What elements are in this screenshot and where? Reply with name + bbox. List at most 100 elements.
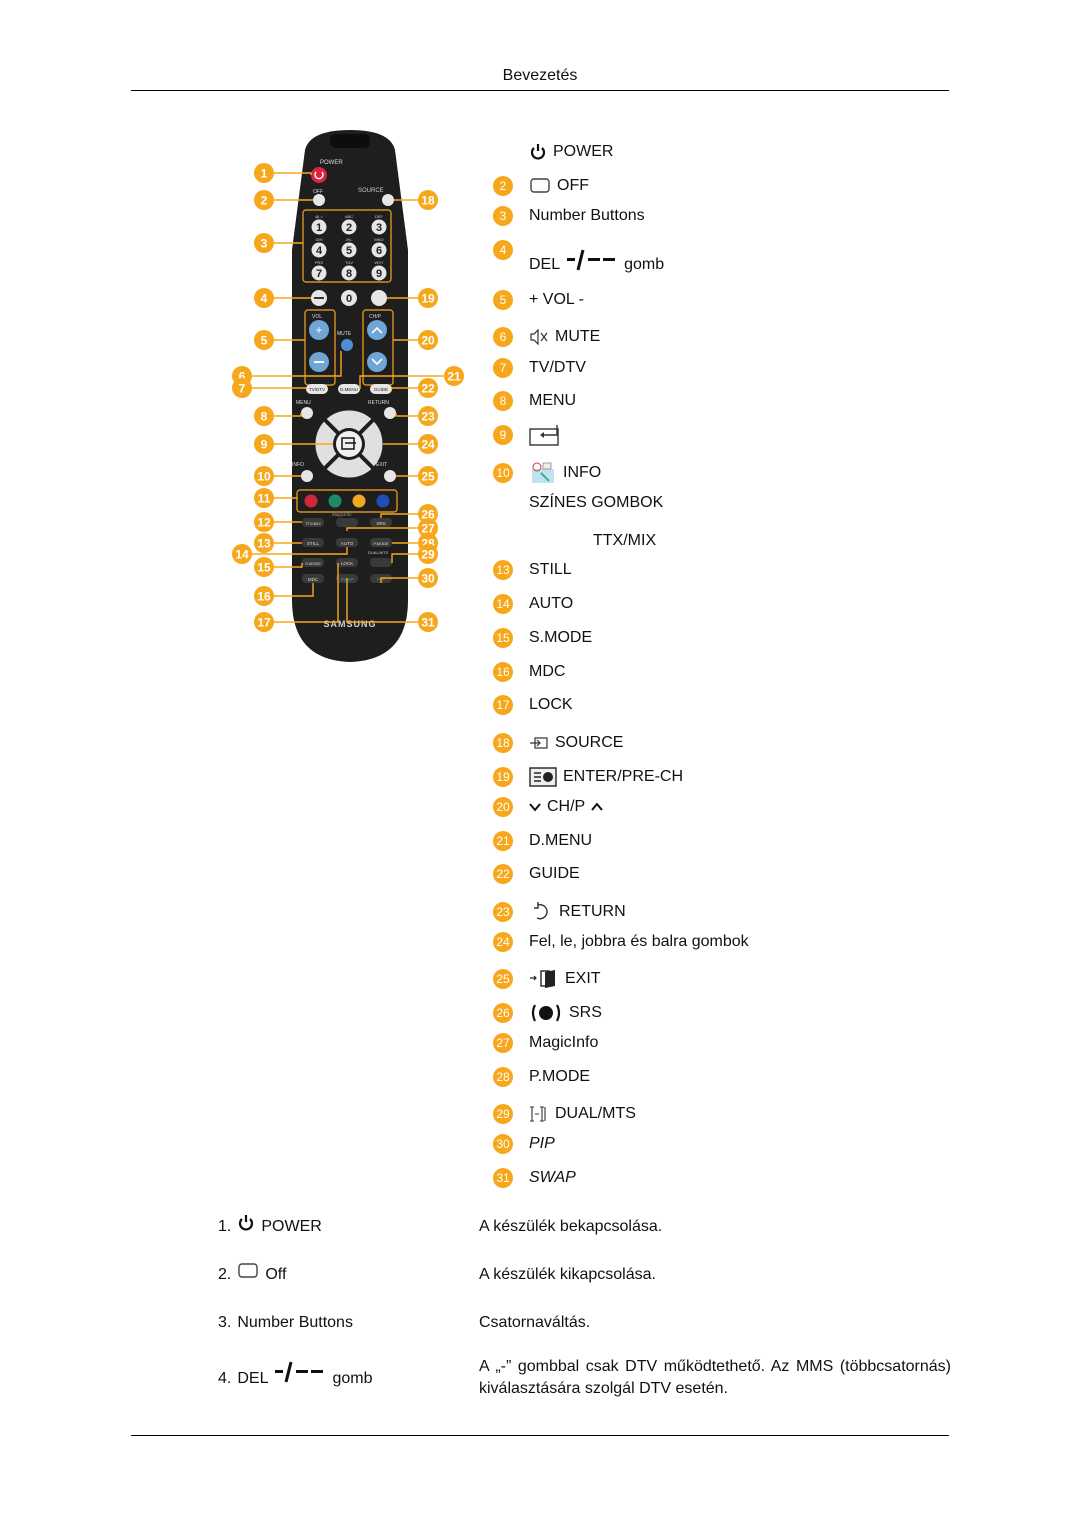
callout-badge: 24 <box>493 932 513 952</box>
description-label: Number Buttons <box>237 1314 353 1331</box>
legend-text: MDC <box>529 663 566 680</box>
legend-item: POWER <box>493 140 893 164</box>
description-index: 1. <box>218 1218 232 1235</box>
description-index: 4. <box>218 1370 232 1387</box>
callout-badge: 6 <box>493 327 513 347</box>
legend-label: OFF <box>529 177 589 195</box>
svg-text:WXY: WXY <box>374 260 383 265</box>
remote-label-source: SOURCE <box>358 188 384 194</box>
legend-text: AUTO <box>529 595 574 612</box>
legend-text: POWER <box>553 143 614 160</box>
callout-badge: 29 <box>493 1104 513 1124</box>
svg-text:9: 9 <box>376 268 382 280</box>
legend-label: EXIT <box>529 969 601 989</box>
callout-badge: 19 <box>418 288 438 308</box>
legend-label: Fel, le, jobbra és balra gombok <box>529 933 749 951</box>
callout-badge: 1 <box>254 163 274 183</box>
remote-control-illustration: POWER OFF SOURCE @.:/1 ABC 2 DEF 3 GHI 4 JKL 5 MN… <box>230 130 470 670</box>
svg-text:@.:/: @.:/ <box>315 214 323 219</box>
svg-text:11: 11 <box>258 492 271 506</box>
legend-label: DUAL/MTS <box>529 1105 636 1123</box>
remote-off-button <box>313 194 325 206</box>
svg-text:1: 1 <box>261 167 268 181</box>
enter-icon <box>529 424 563 446</box>
remote-label-power: POWER <box>320 160 343 166</box>
description-index: 3. <box>218 1314 232 1331</box>
callout-badge: 17 <box>493 695 513 715</box>
legend-label: AUTO <box>529 595 573 613</box>
svg-text:15: 15 <box>257 561 271 575</box>
svg-text:1: 1 <box>316 222 322 234</box>
callout-badge: 12 <box>254 512 274 532</box>
callout-badge: 2 <box>254 190 274 210</box>
legend-text: SRS <box>569 1004 602 1021</box>
callout-badge: 18 <box>493 733 513 753</box>
svg-text:2: 2 <box>346 222 352 234</box>
legend-item: 16 MDC <box>493 660 893 684</box>
legend-text: SWAP <box>529 1169 576 1186</box>
svg-text:MDC: MDC <box>308 577 319 582</box>
callout-badge: 3 <box>254 233 274 253</box>
description-name: 2. Off <box>218 1263 286 1284</box>
legend-item: 21 D.MENU <box>493 829 893 853</box>
callout-badge: 28 <box>493 1067 513 1087</box>
svg-text:MNO: MNO <box>374 237 383 242</box>
svg-text:0: 0 <box>346 293 352 305</box>
chevron-down-icon <box>529 802 541 812</box>
remote-source-button <box>382 194 394 206</box>
svg-text:18: 18 <box>421 194 435 208</box>
callout-badge: 3 <box>493 206 513 226</box>
info-icon <box>529 461 557 485</box>
legend-item: 9 <box>493 423 893 447</box>
callout-badge: 14 <box>232 544 252 564</box>
srs-icon <box>529 1002 563 1024</box>
off-icon <box>529 177 551 195</box>
remote-color-button <box>304 494 318 508</box>
legend-label: SOURCE <box>529 734 623 752</box>
svg-text:GHI: GHI <box>315 237 322 242</box>
legend-item: 13 STILL <box>493 558 893 582</box>
callout-badge: 4 <box>493 240 513 260</box>
mute-icon <box>529 328 549 346</box>
svg-text:ABC: ABC <box>345 214 353 219</box>
svg-text:29: 29 <box>421 548 435 562</box>
svg-text:19: 19 <box>421 292 435 306</box>
callout-badge: 21 <box>493 831 513 851</box>
svg-text:7: 7 <box>239 382 246 396</box>
remote-menu-button <box>301 407 313 419</box>
legend-text: TV/DTV <box>529 359 586 376</box>
legend-label: MagicInfo <box>529 1034 598 1052</box>
legend-label: PIP <box>529 1135 555 1153</box>
svg-text:SRS: SRS <box>376 521 385 526</box>
legend-text: P.MODE <box>529 1068 591 1085</box>
remote-magicinfo-button <box>336 518 358 527</box>
legend-label: S.MODE <box>529 629 592 647</box>
legend-label: RETURN <box>529 902 626 922</box>
callout-badge: 15 <box>254 557 274 577</box>
legend-text: Number Buttons <box>529 207 645 224</box>
callout-badge: 7 <box>232 378 252 398</box>
ir-window <box>330 134 370 148</box>
callout-badge: 25 <box>418 466 438 486</box>
remote-dual-button <box>370 558 392 567</box>
callout-badge: 31 <box>493 1168 513 1188</box>
svg-text:RETURN: RETURN <box>368 400 389 406</box>
remote-return-button <box>384 407 396 419</box>
prech-icon <box>529 767 557 787</box>
legend-label: SZÍNES GOMBOK <box>529 494 663 512</box>
legend-item: 19 ENTER/PRE-CH <box>493 765 893 789</box>
callout-badge: 9 <box>493 425 513 445</box>
legend-label: TTX/MIX <box>593 532 656 550</box>
svg-text:INFO: INFO <box>292 462 304 468</box>
header-divider <box>131 90 949 91</box>
legend-item: 30 PIP <box>493 1132 893 1156</box>
description-index: 2. <box>218 1266 232 1283</box>
remote-ch-down <box>367 352 387 372</box>
svg-text:D.MENU: D.MENU <box>340 387 358 392</box>
svg-text:2: 2 <box>261 194 268 208</box>
legend-label: STILL <box>529 561 572 579</box>
chevron-up-icon <box>591 802 604 812</box>
legend-label: D.MENU <box>529 832 592 850</box>
legend-item: 26 SRS <box>493 1001 893 1025</box>
remote-control-svg: POWER OFF SOURCE @.:/1ABC2DEF3GHI4JKL5MN… <box>232 130 464 662</box>
